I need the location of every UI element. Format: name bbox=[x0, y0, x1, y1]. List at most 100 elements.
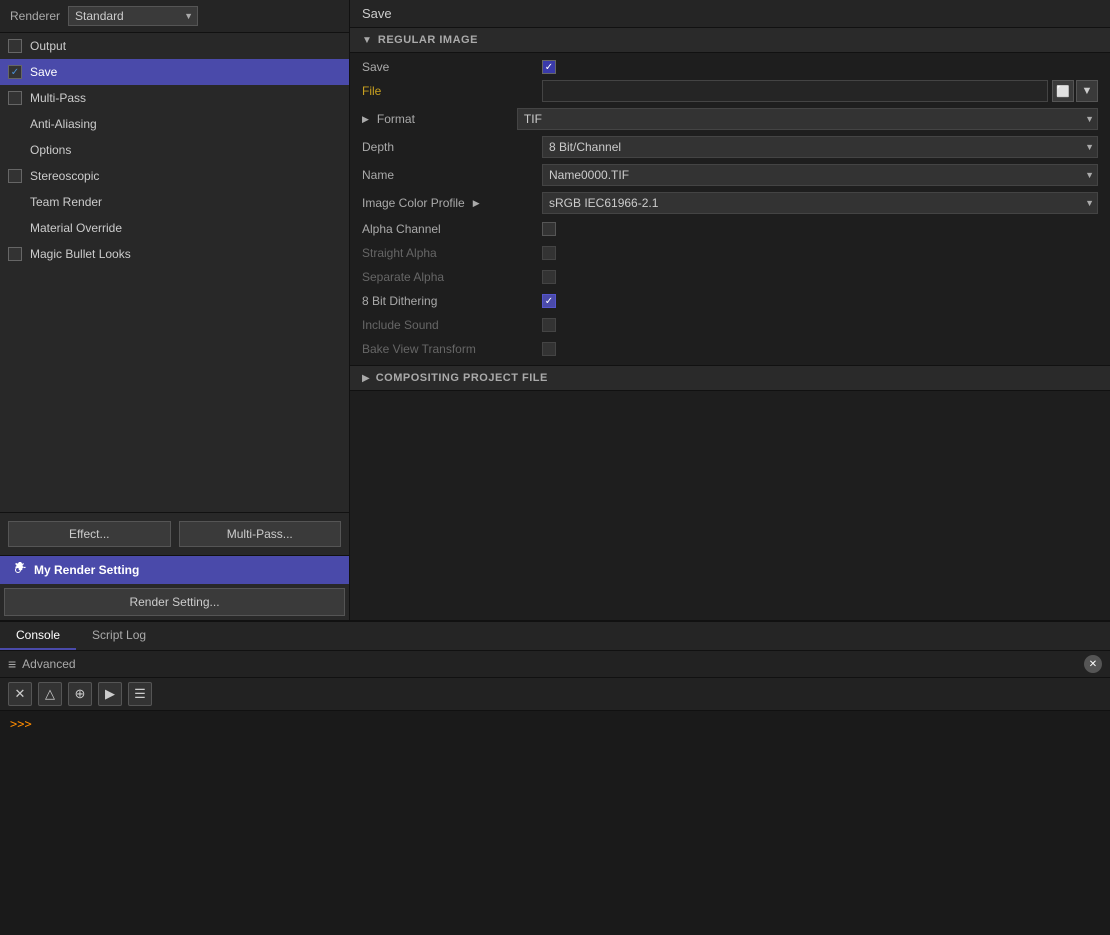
format-expand: ▶ Format bbox=[362, 112, 517, 126]
format-row: ▶ Format TIF ▼ bbox=[350, 105, 1110, 133]
save-row: Save bbox=[350, 57, 1110, 77]
format-value-wrapper: TIF ▼ bbox=[517, 108, 1098, 130]
sidebar-item-team-render[interactable]: Team Render bbox=[0, 189, 349, 215]
file-browse-btn[interactable]: ⬜ bbox=[1052, 80, 1074, 102]
format-expand-arrow[interactable]: ▶ bbox=[362, 114, 369, 125]
sidebar-item-output[interactable]: Output bbox=[0, 33, 349, 59]
node-btn[interactable]: ⊕ bbox=[68, 682, 92, 706]
sidebar-item-multi-pass[interactable]: Multi-Pass bbox=[0, 85, 349, 111]
name-label: Name bbox=[362, 168, 542, 182]
alpha-channel-checkbox[interactable] bbox=[542, 222, 556, 236]
include-sound-row: Include Sound bbox=[350, 313, 1110, 337]
console-title-label: Advanced bbox=[22, 657, 75, 671]
renderer-label: Renderer bbox=[10, 9, 60, 23]
run-btn[interactable]: ▶ bbox=[98, 682, 122, 706]
console-section: Console Script Log ≡ Advanced ✕ ✕ △ ⊕ ▶ … bbox=[0, 620, 1110, 935]
bit-dithering-row: 8 Bit Dithering bbox=[350, 289, 1110, 313]
alpha-channel-row: Alpha Channel bbox=[350, 217, 1110, 241]
regular-image-header[interactable]: ▼ REGULAR IMAGE bbox=[350, 28, 1110, 53]
stereoscopic-checkbox[interactable] bbox=[8, 169, 22, 183]
save-checkbox-field[interactable] bbox=[542, 60, 556, 74]
panel-title: Save bbox=[350, 0, 1110, 28]
anti-aliasing-label: Anti-Aliasing bbox=[30, 117, 97, 131]
gear-icon bbox=[10, 562, 26, 578]
separate-alpha-checkbox[interactable] bbox=[542, 270, 556, 284]
clear-btn[interactable]: ✕ bbox=[8, 682, 32, 706]
tab-console[interactable]: Console bbox=[0, 622, 76, 650]
depth-select[interactable]: 8 Bit/Channel bbox=[542, 136, 1098, 158]
script-btn[interactable]: △ bbox=[38, 682, 62, 706]
options-label: Options bbox=[30, 143, 71, 157]
nav-list: Output Save Multi-Pass Anti-Aliasing Opt… bbox=[0, 33, 349, 512]
include-sound-checkbox[interactable] bbox=[542, 318, 556, 332]
my-render-label: My Render Setting bbox=[34, 563, 139, 577]
name-select[interactable]: Name0000.TIF bbox=[542, 164, 1098, 186]
name-row: Name Name0000.TIF ▼ bbox=[350, 161, 1110, 189]
console-output: >>> bbox=[0, 711, 1110, 935]
material-override-label: Material Override bbox=[30, 221, 122, 235]
right-panel: Save ▼ REGULAR IMAGE Save File ⬜ bbox=[350, 0, 1110, 620]
depth-label: Depth bbox=[362, 140, 542, 154]
straight-alpha-row: Straight Alpha bbox=[350, 241, 1110, 265]
depth-value-wrapper: 8 Bit/Channel ▼ bbox=[542, 136, 1098, 158]
renderer-select-wrapper: Standard ▼ bbox=[68, 6, 198, 26]
separate-alpha-row: Separate Alpha bbox=[350, 265, 1110, 289]
include-sound-label: Include Sound bbox=[362, 318, 542, 332]
doc-btn[interactable]: ☰ bbox=[128, 682, 152, 706]
compositing-chevron: ▶ bbox=[362, 373, 370, 384]
image-color-expand-arrow[interactable]: ▶ bbox=[473, 198, 480, 209]
console-prompt: >>> bbox=[10, 717, 32, 731]
image-color-profile-row: Image Color Profile ▶ sRGB IEC61966-2.1 … bbox=[350, 189, 1110, 217]
file-label: File bbox=[362, 84, 542, 98]
format-label: Format bbox=[377, 112, 517, 126]
regular-image-chevron: ▼ bbox=[362, 35, 372, 46]
file-dropdown-btn[interactable]: ▼ bbox=[1076, 80, 1098, 102]
file-input[interactable] bbox=[542, 80, 1048, 102]
save-checkbox[interactable] bbox=[8, 65, 22, 79]
nav-bottom-buttons: Effect... Multi-Pass... bbox=[0, 512, 349, 555]
renderer-select[interactable]: Standard bbox=[68, 6, 198, 26]
sidebar-item-options[interactable]: Options bbox=[0, 137, 349, 163]
multi-pass-checkbox[interactable] bbox=[8, 91, 22, 105]
compositing-header[interactable]: ▶ COMPOSITING PROJECT FILE bbox=[350, 366, 1110, 391]
straight-alpha-label: Straight Alpha bbox=[362, 246, 542, 260]
hamburger-icon[interactable]: ≡ bbox=[8, 656, 16, 672]
sidebar-item-stereoscopic[interactable]: Stereoscopic bbox=[0, 163, 349, 189]
multi-pass-label: Multi-Pass bbox=[30, 91, 86, 105]
file-buttons: ⬜ ▼ bbox=[1052, 80, 1098, 102]
render-setting-wrapper: Render Setting... bbox=[0, 584, 349, 620]
format-select[interactable]: TIF bbox=[517, 108, 1098, 130]
image-color-select[interactable]: sRGB IEC61966-2.1 bbox=[542, 192, 1098, 214]
multi-pass-button[interactable]: Multi-Pass... bbox=[179, 521, 342, 547]
sidebar-item-save[interactable]: Save bbox=[0, 59, 349, 85]
console-tabs: Console Script Log bbox=[0, 622, 1110, 651]
bit-dithering-checkbox[interactable] bbox=[542, 294, 556, 308]
image-color-label-text: Image Color Profile bbox=[362, 196, 465, 210]
regular-image-content: Save File ⬜ ▼ ▶ Format bbox=[350, 53, 1110, 365]
sidebar-item-magic-bullet-looks[interactable]: Magic Bullet Looks bbox=[0, 241, 349, 267]
bake-view-transform-label: Bake View Transform bbox=[362, 342, 542, 356]
compositing-label: COMPOSITING PROJECT FILE bbox=[376, 372, 548, 384]
console-title: ≡ Advanced bbox=[8, 656, 1076, 672]
stereoscopic-label: Stereoscopic bbox=[30, 169, 99, 183]
my-render-item[interactable]: My Render Setting bbox=[0, 556, 349, 584]
bake-view-transform-checkbox[interactable] bbox=[542, 342, 556, 356]
separate-alpha-label: Separate Alpha bbox=[362, 270, 542, 284]
output-checkbox[interactable] bbox=[8, 39, 22, 53]
effect-button[interactable]: Effect... bbox=[8, 521, 171, 547]
team-render-label: Team Render bbox=[30, 195, 102, 209]
sidebar-item-material-override[interactable]: Material Override bbox=[0, 215, 349, 241]
tab-script-log[interactable]: Script Log bbox=[76, 622, 162, 650]
save-label-nav: Save bbox=[30, 65, 57, 79]
magic-bullet-label: Magic Bullet Looks bbox=[30, 247, 131, 261]
image-color-value-wrapper: sRGB IEC61966-2.1 ▼ bbox=[542, 192, 1098, 214]
render-setting-button[interactable]: Render Setting... bbox=[4, 588, 345, 616]
bake-view-transform-row: Bake View Transform bbox=[350, 337, 1110, 361]
straight-alpha-checkbox[interactable] bbox=[542, 246, 556, 260]
close-console-button[interactable]: ✕ bbox=[1084, 655, 1102, 673]
compositing-section: ▶ COMPOSITING PROJECT FILE bbox=[350, 365, 1110, 391]
magic-bullet-checkbox[interactable] bbox=[8, 247, 22, 261]
image-color-label: Image Color Profile ▶ bbox=[362, 196, 542, 210]
renderer-row: Renderer Standard ▼ bbox=[0, 0, 349, 33]
sidebar-item-anti-aliasing[interactable]: Anti-Aliasing bbox=[0, 111, 349, 137]
